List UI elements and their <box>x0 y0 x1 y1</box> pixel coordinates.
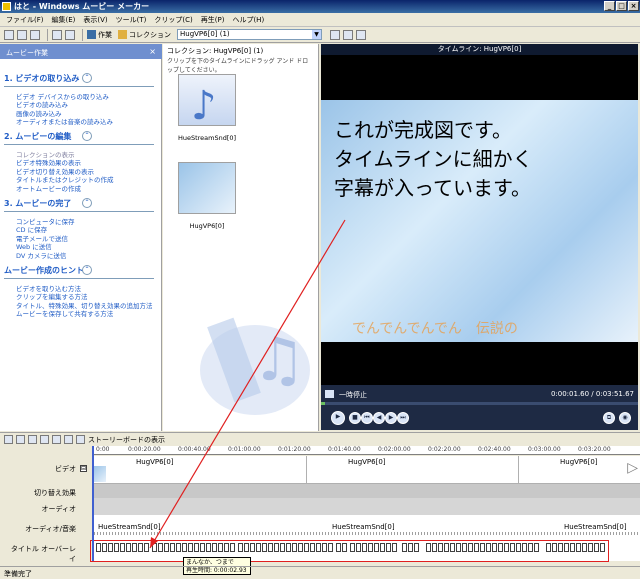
annotation-arrow <box>149 219 346 549</box>
status-bar: 準備完了 <box>0 566 640 578</box>
